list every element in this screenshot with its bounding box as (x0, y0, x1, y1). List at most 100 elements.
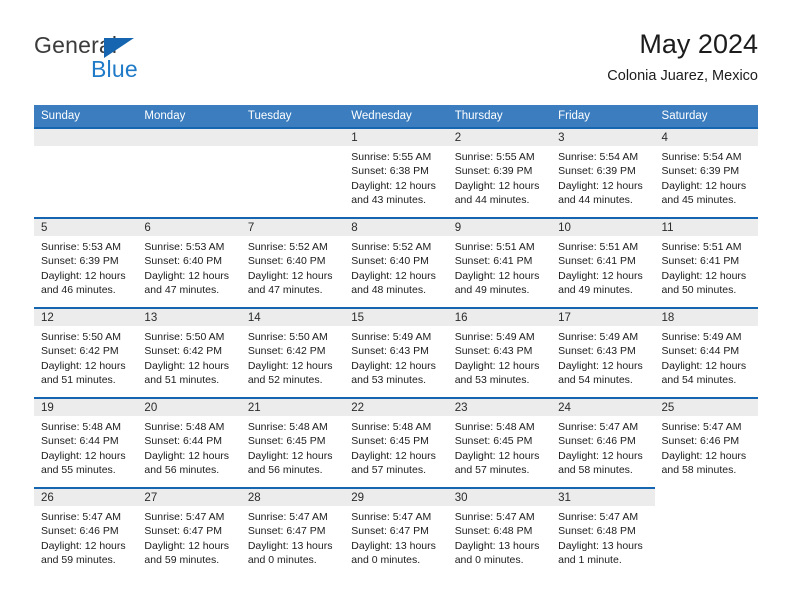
daylight-duration-line2: and 53 minutes. (351, 374, 426, 387)
day-details: Sunrise: 5:50 AM Sunset: 6:42 PM Daylight:… (241, 326, 344, 388)
day-number: 8 (344, 219, 448, 236)
calendar-day-cell[interactable]: 13 Sunrise: 5:50 AM Sunset: 6:42 PM Dayligh… (137, 307, 241, 398)
day-number: 24 (551, 399, 655, 416)
calendar-day-cell[interactable]: 25 Sunrise: 5:47 AM Sunset: 6:46 PM Dayligh… (654, 397, 758, 488)
day-number: 30 (447, 489, 552, 506)
sunset-time: Sunset: 6:48 PM (558, 525, 636, 538)
sunset-time: Sunset: 6:39 PM (454, 165, 533, 178)
sunrise-time: Sunrise: 5:50 AM (247, 331, 328, 343)
sunrise-time: Sunrise: 5:52 AM (351, 241, 432, 253)
daylight-duration-line1: Daylight: 12 hours (247, 359, 333, 372)
calendar-day-cell[interactable]: 28 Sunrise: 5:47 AM Sunset: 6:47 PM Dayligh… (240, 487, 345, 578)
sunset-time: Sunset: 6:40 PM (144, 255, 223, 268)
daylight-duration-line2: and 56 minutes. (144, 464, 220, 477)
calendar-day-cell[interactable]: 6 Sunrise: 5:53 AM Sunset: 6:40 PM Daylight… (137, 217, 241, 308)
day-details: Sunrise: 5:50 AM Sunset: 6:42 PM Daylight:… (34, 326, 137, 388)
daylight-duration-line2: and 0 minutes. (247, 554, 317, 567)
daylight-duration-line1: Daylight: 12 hours (661, 179, 747, 192)
calendar-day-cell[interactable]: 3 Sunrise: 5:54 AM Sunset: 6:39 PM Daylight… (551, 127, 655, 218)
sunrise-time: Sunrise: 5:47 AM (144, 511, 225, 523)
calendar-day-cell[interactable]: 15 Sunrise: 5:49 AM Sunset: 6:43 PM Dayligh… (344, 307, 448, 398)
calendar-day-cell[interactable]: 18 Sunrise: 5:49 AM Sunset: 6:44 PM Dayligh… (654, 307, 758, 398)
calendar-day-cell[interactable]: 21 Sunrise: 5:48 AM Sunset: 6:45 PM Dayligh… (240, 397, 345, 488)
day-number: 12 (34, 309, 138, 326)
day-details: Sunrise: 5:47 AM Sunset: 6:46 PM Daylight:… (34, 506, 137, 568)
calendar-day-cell[interactable]: 2 Sunrise: 5:55 AM Sunset: 6:39 PM Daylight… (447, 127, 552, 218)
page-header: General Blue May 2024 Colonia Juarez, Me… (34, 28, 758, 94)
calendar-day-cell[interactable]: 7 Sunrise: 5:52 AM Sunset: 6:40 PM Daylight… (240, 217, 345, 308)
daylight-duration-line2: and 55 minutes. (41, 464, 116, 477)
daylight-duration-line2: and 47 minutes. (144, 284, 220, 297)
calendar-day-cell[interactable]: 11 Sunrise: 5:51 AM Sunset: 6:41 PM Dayligh… (654, 217, 758, 308)
calendar-day-cell[interactable]: 30 Sunrise: 5:47 AM Sunset: 6:48 PM Dayligh… (447, 487, 552, 578)
day-details: Sunrise: 5:51 AM Sunset: 6:41 PM Daylight:… (448, 236, 551, 298)
sunset-time: Sunset: 6:45 PM (454, 435, 533, 448)
calendar-week-row: 12 Sunrise: 5:50 AM Sunset: 6:42 PM Dayligh… (34, 307, 758, 398)
daylight-duration-line1: Daylight: 13 hours (558, 539, 643, 552)
daylight-duration-line1: Daylight: 12 hours (351, 359, 436, 372)
sunrise-time: Sunrise: 5:48 AM (144, 421, 225, 433)
calendar-day-cell[interactable]: 10 Sunrise: 5:51 AM Sunset: 6:41 PM Dayligh… (551, 217, 655, 308)
weekday-header-thursday: Thursday (447, 105, 552, 128)
calendar-day-cell[interactable]: 26 Sunrise: 5:47 AM Sunset: 6:46 PM Dayligh… (34, 487, 138, 578)
calendar-day-cell[interactable]: 19 Sunrise: 5:48 AM Sunset: 6:44 PM Dayligh… (34, 397, 138, 488)
day-number: 11 (654, 219, 758, 236)
calendar-day-cell[interactable]: 17 Sunrise: 5:49 AM Sunset: 6:43 PM Dayligh… (551, 307, 655, 398)
calendar-day-cell[interactable]: 23 Sunrise: 5:48 AM Sunset: 6:45 PM Dayligh… (447, 397, 552, 488)
sunrise-time: Sunrise: 5:50 AM (41, 331, 121, 343)
day-details: Sunrise: 5:47 AM Sunset: 6:48 PM Daylight:… (551, 506, 654, 568)
day-details: Sunrise: 5:47 AM Sunset: 6:47 PM Daylight:… (137, 506, 240, 568)
sunset-time: Sunset: 6:46 PM (661, 435, 740, 448)
sunset-time: Sunset: 6:41 PM (558, 255, 636, 268)
daylight-duration-line2: and 59 minutes. (144, 554, 220, 567)
sunset-time: Sunset: 6:46 PM (41, 525, 119, 538)
daylight-duration-line2: and 47 minutes. (247, 284, 323, 297)
day-number: 4 (654, 129, 758, 146)
sunrise-time: Sunrise: 5:48 AM (41, 421, 121, 433)
calendar-cell-empty (240, 127, 345, 218)
daylight-duration-line1: Daylight: 12 hours (41, 359, 126, 372)
daylight-duration-line1: Daylight: 12 hours (454, 359, 540, 372)
calendar-day-cell[interactable]: 9 Sunrise: 5:51 AM Sunset: 6:41 PM Daylight… (447, 217, 552, 308)
daylight-duration-line2: and 49 minutes. (454, 284, 530, 297)
general-blue-logo[interactable]: General Blue (34, 32, 234, 88)
daylight-duration-line2: and 57 minutes. (351, 464, 426, 477)
sunset-time: Sunset: 6:46 PM (558, 435, 636, 448)
calendar-day-cell[interactable]: 31 Sunrise: 5:47 AM Sunset: 6:48 PM Dayligh… (551, 487, 655, 578)
day-details: Sunrise: 5:49 AM Sunset: 6:43 PM Daylight:… (448, 326, 551, 388)
sunset-time: Sunset: 6:44 PM (41, 435, 119, 448)
sunrise-time: Sunrise: 5:55 AM (454, 151, 535, 163)
daylight-duration-line2: and 43 minutes. (351, 194, 426, 207)
day-details: Sunrise: 5:49 AM Sunset: 6:43 PM Daylight:… (551, 326, 654, 388)
calendar-day-cell[interactable]: 22 Sunrise: 5:48 AM Sunset: 6:45 PM Dayligh… (344, 397, 448, 488)
sunrise-time: Sunrise: 5:47 AM (351, 511, 432, 523)
calendar-day-cell[interactable]: 20 Sunrise: 5:48 AM Sunset: 6:44 PM Dayligh… (137, 397, 241, 488)
day-details: Sunrise: 5:49 AM Sunset: 6:43 PM Daylight:… (344, 326, 447, 388)
calendar-day-cell[interactable]: 8 Sunrise: 5:52 AM Sunset: 6:40 PM Daylight… (344, 217, 448, 308)
calendar-day-cell[interactable]: 29 Sunrise: 5:47 AM Sunset: 6:47 PM Dayligh… (344, 487, 448, 578)
calendar-day-cell[interactable]: 12 Sunrise: 5:50 AM Sunset: 6:42 PM Dayligh… (34, 307, 138, 398)
daylight-duration-line2: and 46 minutes. (41, 284, 116, 297)
calendar-day-cell[interactable]: 4 Sunrise: 5:54 AM Sunset: 6:39 PM Daylight… (654, 127, 758, 218)
daylight-duration-line2: and 54 minutes. (661, 374, 737, 387)
day-details: Sunrise: 5:50 AM Sunset: 6:42 PM Daylight:… (137, 326, 240, 388)
calendar-day-cell[interactable]: 1 Sunrise: 5:55 AM Sunset: 6:38 PM Daylight… (344, 127, 448, 218)
daylight-duration-line1: Daylight: 12 hours (661, 269, 747, 282)
sunset-time: Sunset: 6:38 PM (351, 165, 429, 178)
daylight-duration-line2: and 48 minutes. (351, 284, 426, 297)
calendar-day-cell[interactable]: 14 Sunrise: 5:50 AM Sunset: 6:42 PM Dayligh… (240, 307, 345, 398)
daylight-duration-line2: and 0 minutes. (454, 554, 524, 567)
sunrise-time: Sunrise: 5:47 AM (247, 511, 328, 523)
calendar-day-cell[interactable]: 27 Sunrise: 5:47 AM Sunset: 6:47 PM Dayligh… (137, 487, 241, 578)
calendar-day-cell[interactable]: 16 Sunrise: 5:49 AM Sunset: 6:43 PM Dayligh… (447, 307, 552, 398)
daylight-duration-line1: Daylight: 12 hours (247, 269, 333, 282)
day-number (655, 488, 758, 505)
calendar-week-row: 26 Sunrise: 5:47 AM Sunset: 6:46 PM Dayligh… (34, 487, 758, 578)
sunrise-time: Sunrise: 5:49 AM (661, 331, 742, 343)
calendar-body: 1 Sunrise: 5:55 AM Sunset: 6:38 PM Daylight… (34, 127, 758, 578)
calendar-day-cell[interactable]: 24 Sunrise: 5:47 AM Sunset: 6:46 PM Dayligh… (551, 397, 655, 488)
daylight-duration-line2: and 49 minutes. (558, 284, 633, 297)
sunrise-time: Sunrise: 5:53 AM (144, 241, 225, 253)
daylight-duration-line2: and 52 minutes. (247, 374, 323, 387)
calendar-day-cell[interactable]: 5 Sunrise: 5:53 AM Sunset: 6:39 PM Daylight… (34, 217, 138, 308)
